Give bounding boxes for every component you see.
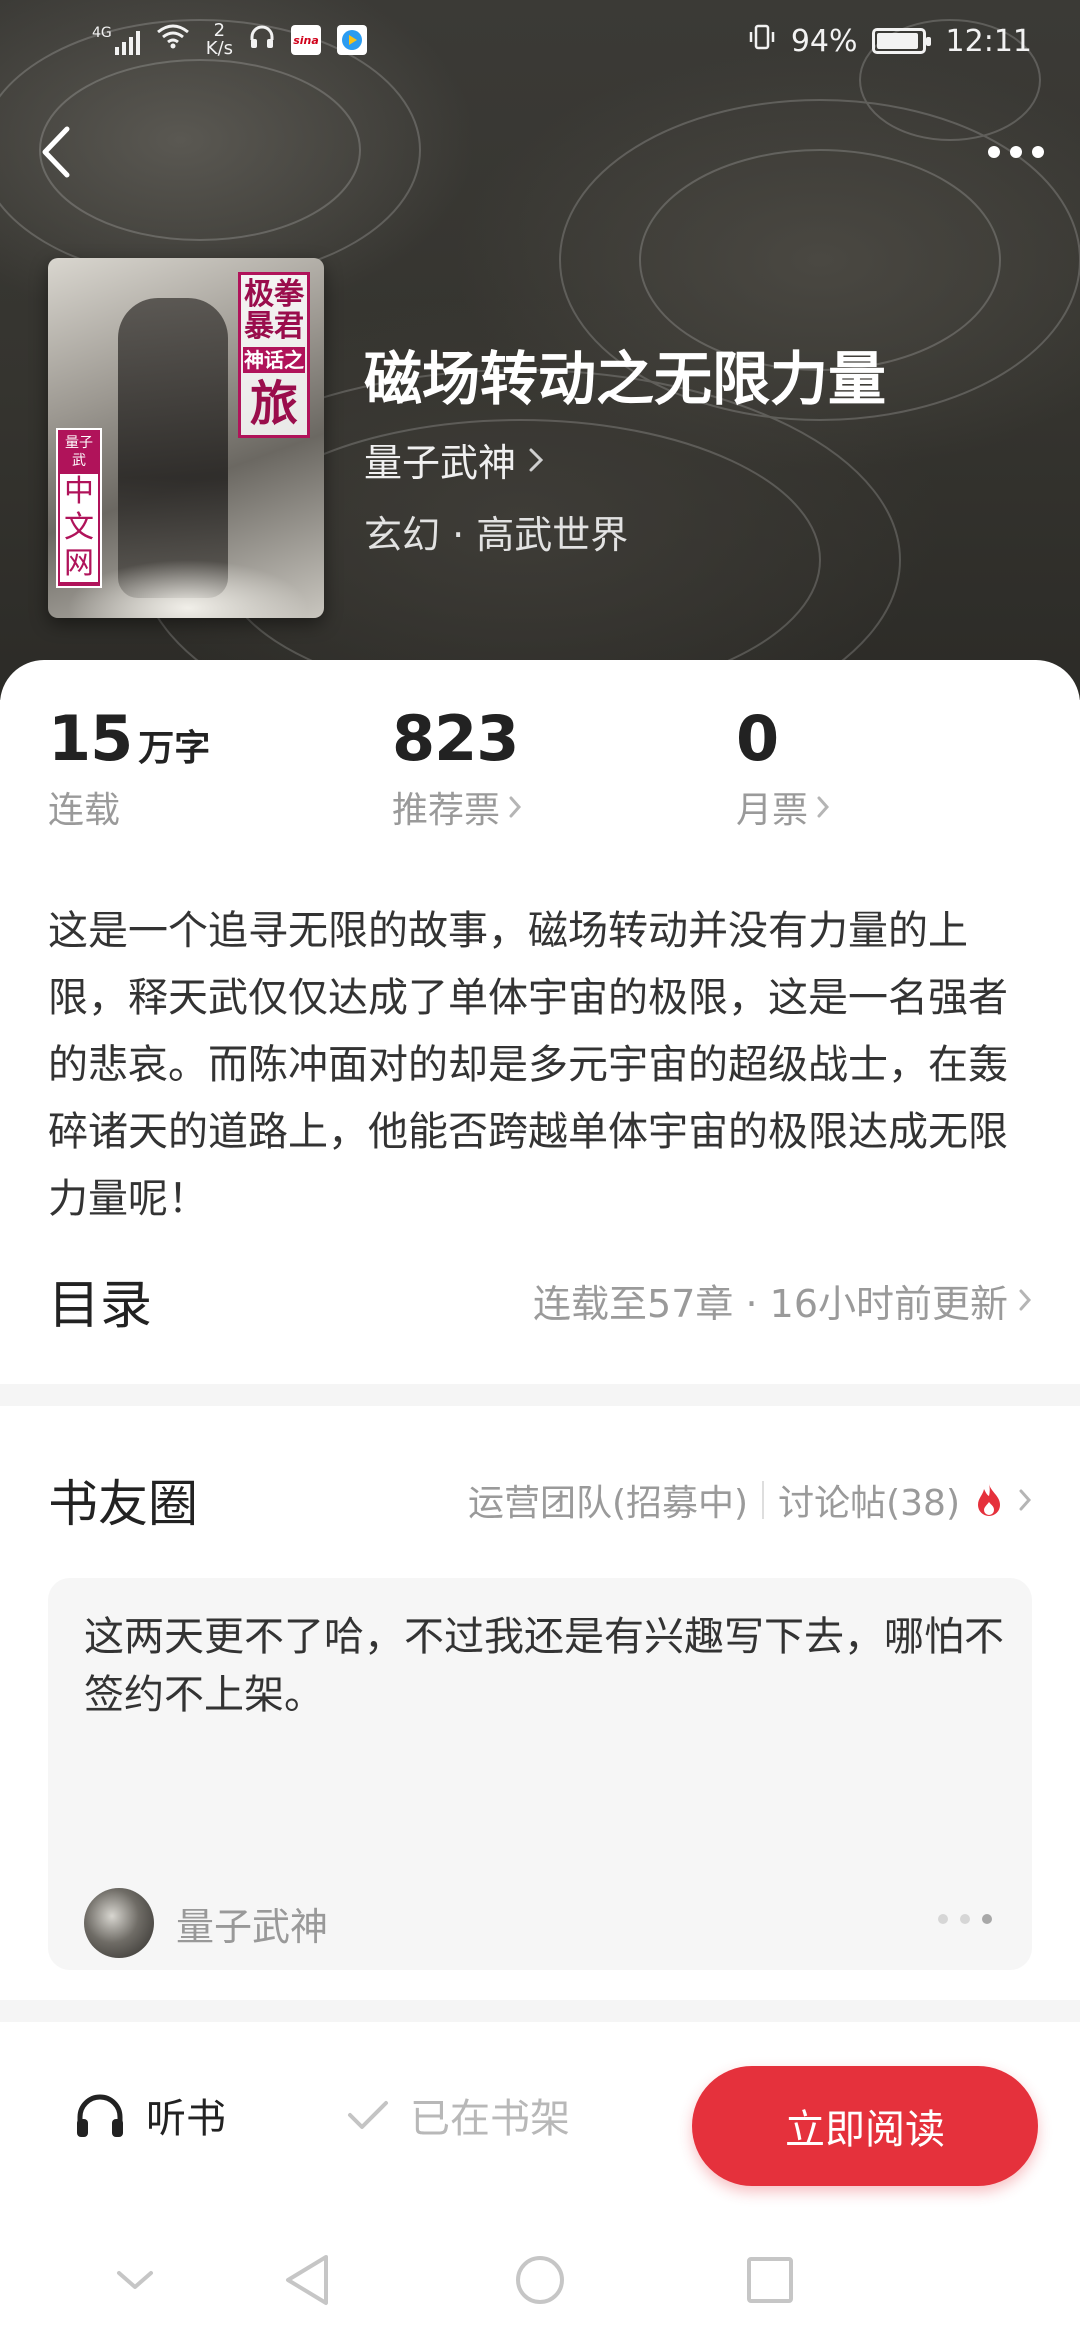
monthly-votes-stat[interactable]: 0 月票 (736, 702, 830, 833)
clock: 12:11 (945, 23, 1032, 59)
listen-button[interactable]: 听书 (74, 2086, 226, 2144)
on-shelf-label: 已在书架 (410, 2096, 570, 2142)
book-stats: 15 万字 连载 823 推荐票 0 月票 (48, 702, 1048, 842)
nav-back-button[interactable] (272, 2250, 342, 2310)
battery-icon (871, 28, 931, 54)
reader-circle-header: 书友圈 运营团队(招募中) 讨论帖(38) (48, 1460, 1032, 1540)
post-author[interactable]: 量子武神 (84, 1888, 328, 1958)
listen-label: 听书 (146, 2096, 226, 2142)
fire-icon (978, 1484, 1000, 1516)
cover-publisher: 量子武 中文网 (56, 428, 102, 588)
toc-title: 目录 (48, 1275, 153, 1336)
word-count-unit: 万字 (138, 728, 211, 769)
chevron-down-icon (117, 2271, 153, 2289)
monthly-votes-label: 月票 (736, 790, 809, 831)
weibo-app-icon: sina (291, 25, 322, 55)
author-name: 量子武神 (364, 441, 517, 485)
nav-recents-button[interactable] (735, 2250, 805, 2310)
read-now-button[interactable]: 立即阅读 (692, 2066, 1038, 2186)
carousel-dot (938, 1914, 948, 1924)
book-title: 磁场转动之无限力量 (364, 345, 887, 413)
book-description[interactable]: 这是一个追寻无限的故事，磁场转动并没有力量的上限，释天武仅仅达成了单体宇宙的极限… (48, 898, 1028, 1233)
carousel-indicator (938, 1914, 992, 1924)
nav-home-button[interactable] (505, 2250, 575, 2310)
vibrate-icon (747, 22, 777, 60)
book-header: 4G 2 K/s sina 94% 12:11 极拳暴君 神话之 旅 量子武 中… (0, 0, 1080, 700)
chevron-right-icon (529, 448, 544, 471)
chevron-right-icon[interactable] (1018, 1488, 1032, 1512)
net-speed: 2 K/s (205, 20, 234, 59)
chevron-right-icon (817, 796, 830, 818)
carousel-dot (960, 1914, 970, 1924)
book-genre: 玄幻 · 高武世界 (364, 513, 629, 557)
headphones-icon (77, 2094, 123, 2137)
monthly-votes-count: 0 (736, 702, 779, 775)
author-link[interactable]: 量子武神 (364, 432, 544, 487)
book-detail-card: 15 万字 连载 823 推荐票 0 月票 这是一个追寻无限的故事，磁场转动并没有… (0, 660, 1080, 2060)
circle-post-card[interactable]: 这两天更不了哈，不过我还是有兴趣写下去，哪怕不签约不上架。 量子武神 (48, 1578, 1032, 1970)
bottom-action-bar: 听书 已在书架 立即阅读 (0, 2030, 1080, 2220)
more-options-button[interactable] (976, 116, 1056, 188)
book-cover[interactable]: 极拳暴君 神话之 旅 量子武 中文网 (48, 258, 324, 618)
top-navigation (0, 112, 1080, 192)
system-navigation-bar (0, 2220, 1080, 2340)
recommend-votes-label: 推荐票 (392, 790, 501, 831)
word-count: 15 (48, 702, 133, 775)
recommend-votes-stat[interactable]: 823 推荐票 (392, 702, 522, 833)
carousel-dot-active (982, 1914, 992, 1924)
more-dot-icon (988, 146, 1000, 158)
section-divider (0, 1384, 1080, 1406)
circle-home-icon (516, 2256, 564, 2304)
status-bar: 4G 2 K/s sina 94% 12:11 (0, 0, 1080, 84)
square-recents-icon (747, 2257, 793, 2303)
chevron-right-icon (1019, 1289, 1032, 1311)
link-separator (762, 1481, 765, 1519)
operations-team-link[interactable]: 运营团队(招募中) (468, 1474, 748, 1526)
on-shelf-button[interactable]: 已在书架 (346, 2086, 570, 2144)
wifi-icon (156, 22, 190, 58)
discussion-link[interactable]: 讨论帖(38) (778, 1474, 960, 1526)
table-of-contents-row[interactable]: 目录 连载至57章 · 16小时前更新 (48, 1260, 1032, 1340)
back-button[interactable] (24, 116, 88, 188)
word-count-stat: 15 万字 连载 (48, 702, 210, 833)
more-dot-icon (1010, 146, 1022, 158)
chevron-right-icon (509, 796, 522, 818)
check-icon (348, 2101, 388, 2129)
battery-percent: 94% (790, 23, 858, 59)
signal-icon: 4G (92, 25, 140, 55)
cover-title: 极拳暴君 神话之 旅 (238, 272, 310, 438)
section-divider (0, 2000, 1080, 2022)
serial-status: 连载 (48, 790, 121, 831)
toc-info: 连载至57章 · 16小时前更新 (533, 1273, 1032, 1328)
headphone-icon (249, 23, 275, 58)
video-app-icon (337, 25, 368, 55)
reader-circle-title: 书友圈 (48, 1475, 198, 1533)
avatar[interactable] (84, 1888, 154, 1958)
triangle-back-icon (286, 2255, 328, 2305)
more-dot-icon (1032, 146, 1044, 158)
post-author-name: 量子武神 (176, 1904, 329, 1949)
toc-update-info: 连载至57章 · 16小时前更新 (533, 1281, 1008, 1326)
chevron-left-icon (42, 126, 70, 178)
nav-collapse-button[interactable] (100, 2250, 170, 2310)
post-text: 这两天更不了哈，不过我还是有兴趣写下去，哪怕不签约不上架。 (84, 1614, 1004, 1718)
reader-circle-links: 运营团队(招募中) 讨论帖(38) (468, 1474, 1032, 1526)
recommend-votes-count: 823 (392, 702, 519, 775)
